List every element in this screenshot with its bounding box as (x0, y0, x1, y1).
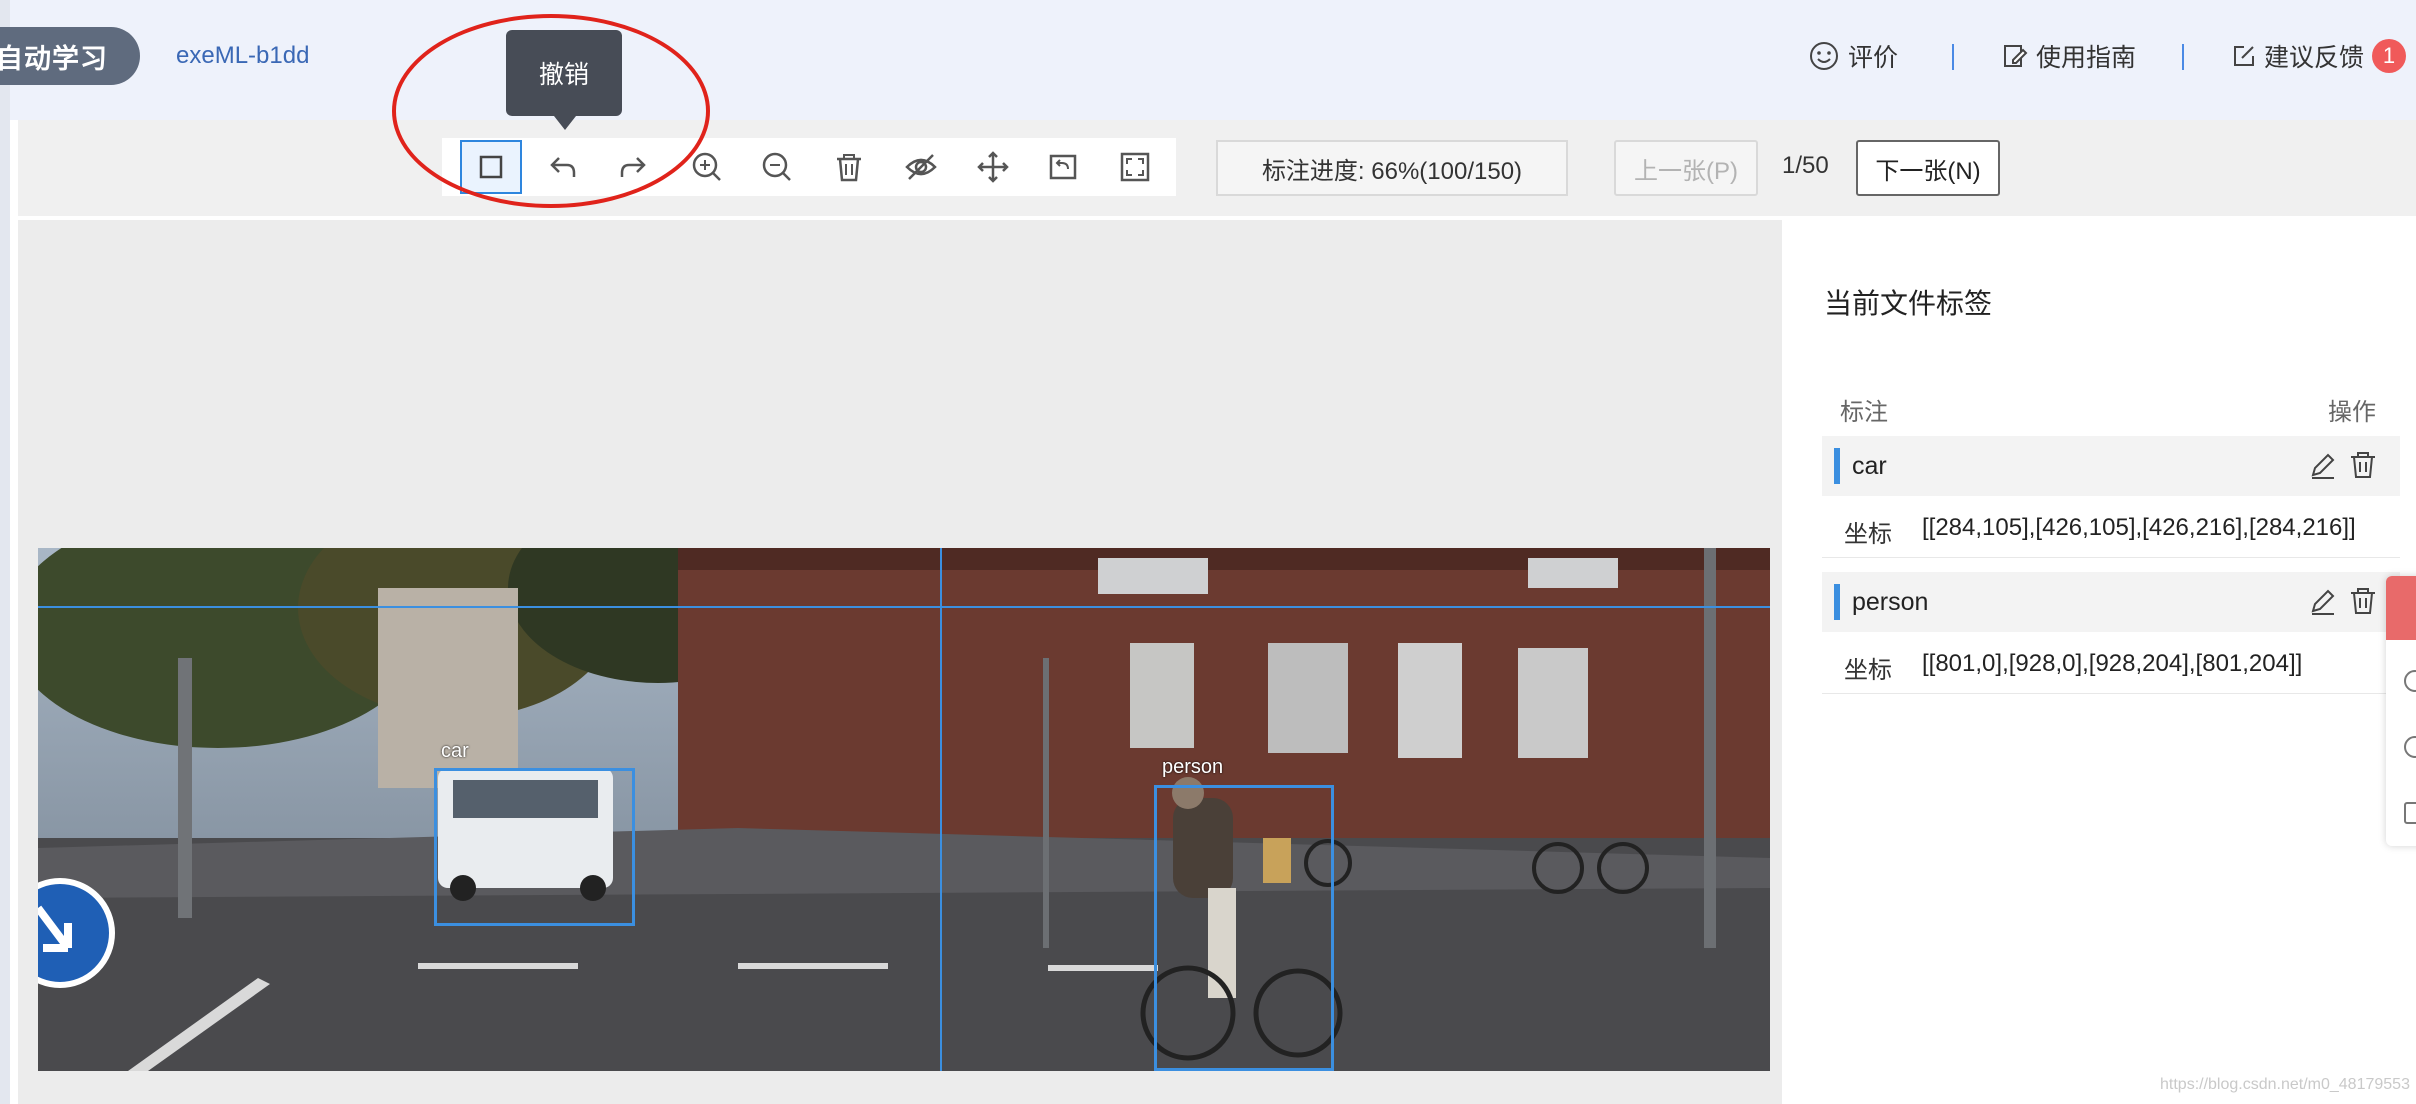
delete-icon (837, 154, 861, 182)
hide-labels-button[interactable] (890, 140, 952, 194)
page-counter: 1/50 (1782, 152, 1829, 179)
label-coordinates-car: 坐标 [[284,105],[426,105],[426,216],[284,2… (1822, 496, 2400, 558)
watermark: https://blog.csdn.net/m0_48179553 (2160, 1076, 2410, 1093)
column-header-label: 标注 (1840, 399, 1888, 426)
label-item-person[interactable]: person (1822, 572, 2400, 632)
rectangle-tool-button[interactable] (460, 140, 522, 194)
next-image-button[interactable]: 下一张(N) (1856, 140, 2000, 196)
column-header-actions: 操作 (2328, 399, 2376, 426)
undo-button[interactable] (532, 140, 594, 194)
edit-icon[interactable] (2306, 584, 2340, 618)
feedback-label: 建议反馈 (2264, 44, 2365, 72)
label-color-bar (1834, 448, 1840, 484)
reset-icon (1049, 154, 1077, 180)
feedback-badge: 1 (2372, 39, 2407, 73)
floating-side-toolbar[interactable] (2386, 576, 2416, 846)
bounding-box-label: person (1162, 756, 1224, 778)
crosshair-vertical (940, 548, 942, 1071)
edit-doc-icon (2004, 45, 2028, 67)
street-scene-image[interactable] (38, 548, 1770, 1071)
smile-icon[interactable] (2404, 670, 2416, 692)
rate-label: 评价 (1848, 44, 1899, 72)
zoom-in-button[interactable] (676, 140, 738, 194)
fit-screen-icon (1120, 152, 1150, 182)
bounding-box-label: car (441, 740, 469, 762)
fit-screen-button[interactable] (1104, 140, 1166, 194)
rate-link[interactable]: 评价 (1808, 38, 1898, 74)
label-coordinates-person: 坐标 [[801,0],[928,0],[928,204],[801,204]] (1822, 632, 2400, 694)
guide-label: 使用指南 (2036, 44, 2137, 72)
crosshair-horizontal (38, 606, 1770, 608)
panel-title: 当前文件标签 (1824, 288, 1993, 319)
feedback-icon[interactable] (2404, 802, 2416, 824)
zoom-out-icon (762, 152, 791, 181)
edit-icon[interactable] (2306, 448, 2340, 482)
label-color-bar (1834, 584, 1840, 620)
header-separator (2182, 44, 2184, 70)
undo-icon (550, 157, 576, 177)
zoom-out-button[interactable] (746, 140, 808, 194)
delete-button[interactable] (818, 140, 880, 194)
annotation-progress: 标注进度: 66%(100/150) (1216, 140, 1568, 196)
move-button[interactable] (962, 140, 1024, 194)
help-icon[interactable] (2404, 736, 2416, 758)
undo-tooltip: 撤销 (506, 30, 622, 130)
smile-icon (1810, 42, 1838, 70)
rectangle-tool-icon (479, 155, 503, 179)
redo-icon (620, 157, 646, 177)
left-sidebar-edge (0, 0, 10, 1104)
zoom-in-icon (692, 152, 721, 181)
reset-button[interactable] (1032, 140, 1094, 194)
label-name: person (1852, 588, 1929, 616)
coordinates-key: 坐标 (1844, 521, 1892, 548)
project-name[interactable]: exeML-b1dd (176, 42, 309, 70)
floating-action-button[interactable] (2386, 576, 2416, 640)
coordinates-value: [[284,105],[426,105],[426,216],[284,216]… (1922, 514, 2356, 541)
coordinates-value: [[801,0],[928,0],[928,204],[801,204]] (1922, 650, 2303, 677)
bounding-box-car[interactable] (434, 768, 635, 926)
feedback-icon (2234, 46, 2254, 66)
prev-image-button[interactable]: 上一张(P) (1614, 140, 1758, 196)
label-item-car[interactable]: car (1822, 436, 2400, 496)
delete-icon[interactable] (2346, 448, 2380, 482)
feedback-link[interactable]: 建议反馈 1 (2232, 38, 2407, 74)
header-separator (1952, 44, 1954, 70)
label-name: car (1852, 452, 1887, 480)
bounding-box-person[interactable] (1154, 785, 1334, 1071)
move-icon (977, 151, 1009, 183)
hide-icon (905, 154, 937, 180)
coordinates-key: 坐标 (1844, 657, 1892, 684)
guide-link[interactable]: 使用指南 (2002, 38, 2136, 74)
delete-icon[interactable] (2346, 584, 2380, 618)
redo-button[interactable] (602, 140, 664, 194)
app-name-pill[interactable]: 自动学习 (0, 27, 140, 85)
